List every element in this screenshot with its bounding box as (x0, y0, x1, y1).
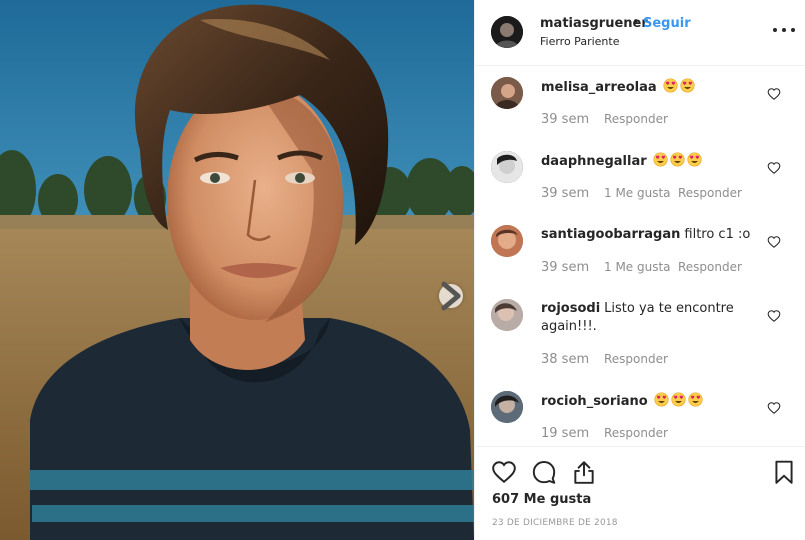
comment-meta: 19 sem Responder (541, 426, 668, 441)
reply-button[interactable]: Responder (604, 112, 668, 127)
comment-text: melisa_arreolaa (541, 78, 756, 97)
heart-icon[interactable] (767, 401, 781, 415)
reply-button[interactable]: Responder (678, 260, 742, 275)
comment-username[interactable]: rocioh_soriano (541, 394, 648, 409)
heart-eyes-emoji-group (652, 392, 703, 409)
heart-eyes-emoji-group (661, 78, 695, 95)
heart-eyes-emoji (654, 392, 669, 407)
comment-avatar[interactable] (491, 225, 523, 257)
more-dot (782, 28, 786, 32)
comment-meta: 39 sem 1 Me gusta Responder (541, 186, 742, 201)
heart-icon[interactable] (767, 161, 781, 175)
avatar-image (491, 151, 523, 183)
comment-time[interactable]: 39 sem (541, 112, 604, 127)
avatar-image (491, 16, 523, 48)
heart-eyes-emoji (670, 152, 685, 167)
comment-meta: 38 sem Responder (541, 352, 668, 367)
comment-icon[interactable] (531, 459, 557, 485)
avatar-image (491, 299, 523, 331)
comments-list[interactable]: melisa_arreolaa 39 sem Responder daaphne… (475, 67, 805, 445)
comment-text: rojosodi Listo ya te encontre again!!!. (541, 300, 756, 336)
comment-avatar[interactable] (491, 151, 523, 183)
heart-eyes-emoji (653, 152, 668, 167)
post-action-bar: 607 Me gusta 23 DE DICIEMBRE DE 2018 (475, 446, 805, 540)
location-link[interactable]: Fierro Pariente (540, 35, 619, 48)
next-photo-button[interactable] (439, 281, 463, 311)
post-photo[interactable] (0, 0, 474, 540)
heart-icon[interactable] (767, 309, 781, 323)
more-dot (791, 28, 795, 32)
avatar-image (491, 77, 523, 109)
comment-time[interactable]: 39 sem (541, 260, 604, 275)
comment-text: rocioh_soriano (541, 392, 756, 411)
portrait-image (0, 0, 474, 540)
heart-eyes-emoji (687, 152, 702, 167)
likes-count[interactable]: 607 Me gusta (492, 492, 591, 507)
comment-username[interactable]: rojosodi (541, 301, 600, 316)
post-header: matiasgruener • Seguir Fierro Pariente (475, 0, 805, 66)
comment-likes[interactable]: 1 Me gusta (604, 260, 678, 275)
comment-username[interactable]: daaphnegallar (541, 154, 647, 169)
heart-icon[interactable] (491, 459, 517, 485)
author-avatar[interactable] (491, 16, 523, 48)
bookmark-icon[interactable] (771, 459, 797, 485)
post-date[interactable]: 23 DE DICIEMBRE DE 2018 (492, 518, 618, 528)
comment-meta: 39 sem 1 Me gusta Responder (541, 260, 742, 275)
heart-eyes-emoji-group (651, 152, 702, 169)
comment-time[interactable]: 39 sem (541, 186, 604, 201)
comment-text: daaphnegallar (541, 152, 756, 171)
heart-eyes-emoji (663, 78, 678, 93)
heart-eyes-emoji (680, 78, 695, 93)
avatar-image (491, 225, 523, 257)
comment-text: santiagoobarragan filtro c1 :o (541, 226, 756, 244)
chevron-right-icon (441, 281, 461, 311)
comment-username[interactable]: santiagoobarragan (541, 227, 680, 242)
comment-username[interactable]: melisa_arreolaa (541, 80, 657, 95)
follow-button[interactable]: Seguir (643, 16, 691, 31)
more-options-button[interactable] (773, 22, 795, 38)
heart-icon[interactable] (767, 235, 781, 249)
reply-button[interactable]: Responder (604, 426, 668, 441)
comment-time[interactable]: 19 sem (541, 426, 604, 441)
post-side-panel: matiasgruener • Seguir Fierro Pariente m… (474, 0, 805, 540)
reply-button[interactable]: Responder (678, 186, 742, 201)
reply-button[interactable]: Responder (604, 352, 668, 367)
heart-eyes-emoji (671, 392, 686, 407)
comment-likes[interactable]: 1 Me gusta (604, 186, 678, 201)
avatar-image (491, 391, 523, 423)
comment-meta: 39 sem Responder (541, 112, 668, 127)
comment-avatar[interactable] (491, 299, 523, 331)
separator-dot: • (632, 15, 640, 30)
comment-time[interactable]: 38 sem (541, 352, 604, 367)
heart-eyes-emoji (688, 392, 703, 407)
heart-icon[interactable] (767, 87, 781, 101)
comment-body: filtro c1 :o (684, 227, 751, 242)
share-icon[interactable] (571, 459, 597, 485)
comment-avatar[interactable] (491, 77, 523, 109)
comment-avatar[interactable] (491, 391, 523, 423)
more-horizontal-icon (773, 28, 777, 32)
